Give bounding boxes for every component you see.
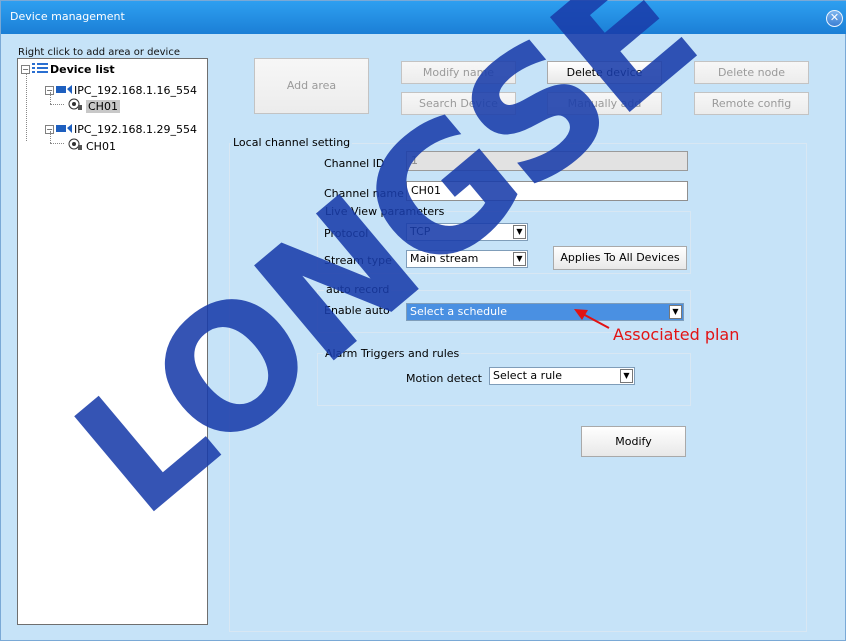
rule-select[interactable]: Select a rule ▼ [489, 367, 635, 385]
local-channel-setting-legend: Local channel setting [231, 136, 353, 149]
list-icon [32, 62, 50, 77]
apply-all-label: Applies To All Devices [560, 251, 680, 264]
modify-name-button[interactable]: Modify name [401, 61, 516, 84]
add-area-button[interactable]: Add area [254, 58, 369, 114]
chevron-down-icon[interactable]: ▼ [669, 305, 682, 319]
protocol-value: TCP [410, 225, 431, 238]
tree-device-label: IPC_192.168.1.29_554 [74, 122, 198, 136]
chevron-down-icon[interactable]: ▼ [513, 252, 526, 266]
manually-add-button[interactable]: Manually add [547, 92, 662, 115]
alarm-triggers-legend: Alarm Triggers and rules [323, 347, 462, 360]
device-tree: − Device list − IPC_192.168.1.16_554 CH0… [17, 58, 208, 625]
protocol-label: Protocol [324, 227, 369, 240]
stream-type-select[interactable]: Main stream ▼ [406, 250, 528, 268]
channel-name-field[interactable]: CH01 [406, 181, 688, 201]
camera-icon [56, 123, 74, 136]
close-button[interactable]: ✕ [826, 10, 843, 27]
stream-type-value: Main stream [410, 252, 479, 265]
delete-device-button[interactable]: Delete device [547, 61, 662, 84]
delete-device-label: Delete device [566, 66, 643, 79]
camera-icon [56, 84, 74, 97]
tree-hint: Right click to add area or device [18, 47, 180, 58]
manually-add-label: Manually add [567, 97, 642, 110]
tree-connector [50, 92, 51, 104]
tree-channel-1[interactable]: CH01 [68, 98, 120, 114]
modify-label: Modify [615, 435, 652, 448]
tree-channel-2[interactable]: CH01 [68, 138, 116, 154]
channel-camera-icon [68, 138, 86, 154]
schedule-value: Select a schedule [410, 305, 507, 318]
tree-device-label: IPC_192.168.1.16_554 [74, 83, 198, 97]
annotation-arrow [574, 309, 610, 329]
protocol-select[interactable]: TCP ▼ [406, 223, 528, 241]
chevron-down-icon[interactable]: ▼ [513, 225, 526, 239]
add-area-label: Add area [286, 79, 337, 92]
delete-node-label: Delete node [717, 66, 786, 79]
modify-button[interactable]: Modify [581, 426, 686, 457]
annotation-text: Associated plan [613, 325, 740, 344]
tree-connector [50, 131, 51, 143]
device-management-window: Device management ✕ Right click to add a… [0, 0, 846, 641]
remote-config-button[interactable]: Remote config [694, 92, 809, 115]
close-icon: ✕ [829, 11, 840, 24]
channel-camera-icon [68, 98, 86, 114]
delete-node-button[interactable]: Delete node [694, 61, 809, 84]
tree-channel-label: CH01 [86, 99, 120, 113]
tree-device-1[interactable]: − IPC_192.168.1.16_554 [45, 82, 197, 98]
search-device-label: Search Device [419, 97, 498, 110]
motion-detect-label: Motion detect [406, 372, 482, 385]
stream-type-label: Stream type [324, 254, 392, 267]
enable-auto-label: Enable auto [324, 304, 390, 317]
tree-root-label: Device list [50, 62, 115, 76]
tree-device-2[interactable]: − IPC_192.168.1.29_554 [45, 121, 197, 137]
tree-connector [50, 104, 64, 105]
window-title: Device management [10, 10, 125, 23]
search-device-button[interactable]: Search Device [401, 92, 516, 115]
tree-connector [50, 143, 64, 144]
title-bar: Device management ✕ [1, 1, 846, 34]
auto-record-legend: auto record [324, 283, 392, 296]
rule-value: Select a rule [493, 369, 562, 382]
channel-id-label: Channel ID [324, 157, 385, 170]
tree-root[interactable]: − Device list [21, 61, 115, 77]
tree-channel-label: CH01 [86, 139, 116, 153]
remote-config-label: Remote config [711, 97, 792, 110]
tree-connector [26, 71, 27, 141]
collapse-icon[interactable]: − [21, 64, 30, 74]
live-view-legend: Live View parameters [323, 205, 447, 218]
apply-all-devices-button[interactable]: Applies To All Devices [553, 246, 687, 270]
chevron-down-icon[interactable]: ▼ [620, 369, 633, 383]
channel-name-label: Channel name [324, 187, 404, 200]
channel-id-field[interactable]: 1 [406, 151, 688, 171]
schedule-select[interactable]: Select a schedule ▼ [406, 303, 684, 321]
modify-name-label: Modify name [422, 66, 495, 79]
